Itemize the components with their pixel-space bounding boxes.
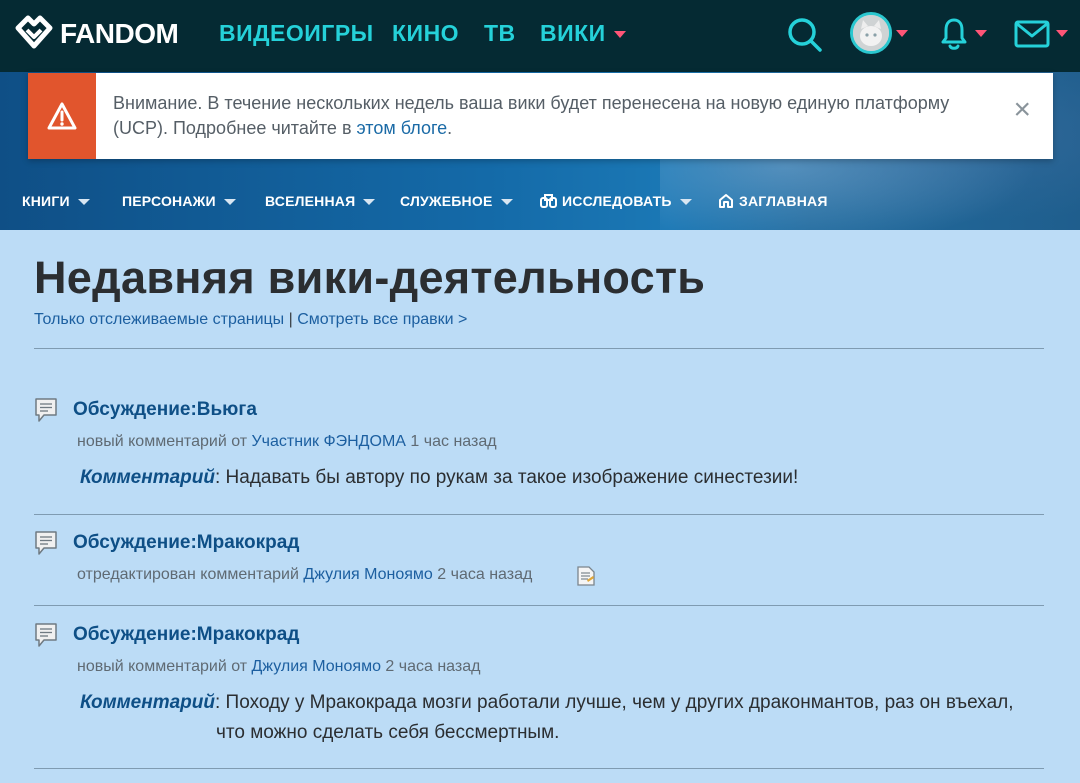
ucp-migration-banner: Внимание. В течение нескольких недель ва… xyxy=(28,73,1053,159)
topnav-link-wikis[interactable]: ВИКИ xyxy=(540,20,626,47)
local-nav-characters[interactable]: ПЕРСОНАЖИ xyxy=(122,193,236,209)
banner-text-before: Внимание. В течение нескольких недель ва… xyxy=(113,93,950,138)
banner-message: Внимание. В течение нескольких недель ва… xyxy=(113,91,973,141)
cat-avatar-icon xyxy=(853,15,889,51)
topnav-link-wikis-label: ВИКИ xyxy=(540,20,606,46)
activity-entry-time: 2 часа назад xyxy=(432,566,533,583)
chevron-down-icon xyxy=(613,31,626,39)
activity-entry-action: новый комментарий от xyxy=(77,433,252,450)
home-icon xyxy=(719,194,733,208)
activity-entry-user-link[interactable]: Джулия Моноямо xyxy=(252,658,381,675)
fandom-heart-icon xyxy=(15,15,53,49)
comment-label: Комментарий xyxy=(80,692,215,713)
banner-text-after: . xyxy=(447,118,453,138)
chevron-down-icon xyxy=(500,199,513,206)
divider xyxy=(34,348,1044,349)
global-navigation: FANDOM ВИДЕОИГРЫ КИНО ТВ ВИКИ xyxy=(0,0,1080,72)
user-avatar[interactable] xyxy=(850,12,892,54)
banner-blog-link[interactable]: этом блоге xyxy=(357,118,448,138)
activity-entry-title[interactable]: Обсуждение:Мракокрад xyxy=(73,532,299,554)
mail-icon[interactable] xyxy=(1014,20,1050,48)
local-nav-main-page[interactable]: ЗАГЛАВНАЯ xyxy=(718,193,828,209)
activity-entry-time: 2 часа назад xyxy=(380,658,481,675)
divider xyxy=(34,605,1044,606)
topnav-link-movies[interactable]: КИНО xyxy=(392,20,459,47)
comment-text-continued: что можно сделать себя бессмертным. xyxy=(216,722,560,743)
activity-entry-user-link[interactable]: Участник ФЭНДОМА xyxy=(252,433,406,450)
topnav-link-videogames[interactable]: ВИДЕОИГРЫ xyxy=(219,20,374,47)
subnav-separator: | xyxy=(284,311,298,328)
local-nav-universe[interactable]: ВСЕЛЕННАЯ xyxy=(265,193,376,209)
activity-subnav: Только отслеживаемые страницы | Смотреть… xyxy=(34,311,467,329)
local-nav-characters-label: ПЕРСОНАЖИ xyxy=(122,193,216,209)
close-icon[interactable]: × xyxy=(1013,95,1031,125)
fandom-logo-text: FANDOM xyxy=(60,18,179,49)
activity-entry-action: новый комментарий от xyxy=(77,658,252,675)
local-nav-books[interactable]: КНИГИ xyxy=(22,193,90,209)
talk-page-icon xyxy=(35,398,57,422)
activity-entry-meta: новый комментарий от Джулия Моноямо 2 ча… xyxy=(77,658,480,676)
activity-entry-title[interactable]: Обсуждение:Мракокрад xyxy=(73,624,299,646)
fandom-logo[interactable]: FANDOM xyxy=(14,14,179,54)
all-edits-link[interactable]: Смотреть все правки > xyxy=(297,311,467,328)
diff-icon[interactable] xyxy=(576,565,596,587)
activity-entry-comment: Комментарий: Походу у Мракокрада мозги р… xyxy=(80,688,1014,743)
activity-entry-time: 1 час назад xyxy=(405,433,497,450)
local-navigation: КНИГИ ПЕРСОНАЖИ ВСЕЛЕННАЯ СЛУЖЕБНОЕ ИССЛ… xyxy=(0,190,1080,212)
topnav-link-tv[interactable]: ТВ xyxy=(484,20,516,47)
activity-entry-meta: новый комментарий от Участник ФЭНДОМА 1 … xyxy=(77,433,497,451)
divider xyxy=(34,514,1044,515)
activity-entry-title[interactable]: Обсуждение:Вьюга xyxy=(73,399,257,421)
chevron-down-icon xyxy=(77,199,90,206)
divider xyxy=(34,768,1044,769)
chevron-down-icon xyxy=(679,199,692,206)
notifications-chevron-down-icon[interactable] xyxy=(975,30,987,37)
local-nav-explore[interactable]: ИССЛЕДОВАТЬ xyxy=(540,193,692,209)
page-title: Недавняя вики-деятельность xyxy=(34,252,706,303)
chevron-down-icon xyxy=(363,199,376,206)
banner-warning-box xyxy=(28,73,96,159)
local-nav-books-label: КНИГИ xyxy=(22,193,70,209)
activity-entry-user-link[interactable]: Джулия Моноямо xyxy=(303,566,432,583)
explore-icon xyxy=(540,194,557,208)
search-icon[interactable] xyxy=(786,16,824,54)
activity-entry-action: отредактирован комментарий xyxy=(77,566,304,583)
local-nav-explore-label: ИССЛЕДОВАТЬ xyxy=(562,193,672,209)
local-nav-service[interactable]: СЛУЖЕБНОЕ xyxy=(400,193,513,209)
activity-entry-meta: отредактирован комментарий Джулия Моноям… xyxy=(77,566,532,584)
talk-page-icon xyxy=(35,531,57,555)
activity-entry-comment: Комментарий: Надавать бы автору по рукам… xyxy=(80,463,798,493)
local-nav-service-label: СЛУЖЕБНОЕ xyxy=(400,193,493,209)
bell-icon[interactable] xyxy=(940,16,968,52)
comment-label: Комментарий xyxy=(80,467,215,488)
local-nav-universe-label: ВСЕЛЕННАЯ xyxy=(265,193,356,209)
avatar-chevron-down-icon[interactable] xyxy=(896,30,908,37)
comment-text: : Походу у Мракокрада мозги работали луч… xyxy=(215,692,1014,713)
local-nav-main-page-label: ЗАГЛАВНАЯ xyxy=(739,193,828,209)
warning-icon xyxy=(47,102,77,130)
comment-text: : Надавать бы автору по рукам за такое и… xyxy=(215,467,799,488)
chevron-down-icon xyxy=(223,199,236,206)
talk-page-icon xyxy=(35,623,57,647)
watched-pages-link[interactable]: Только отслеживаемые страницы xyxy=(34,311,284,328)
messages-chevron-down-icon[interactable] xyxy=(1056,30,1068,37)
